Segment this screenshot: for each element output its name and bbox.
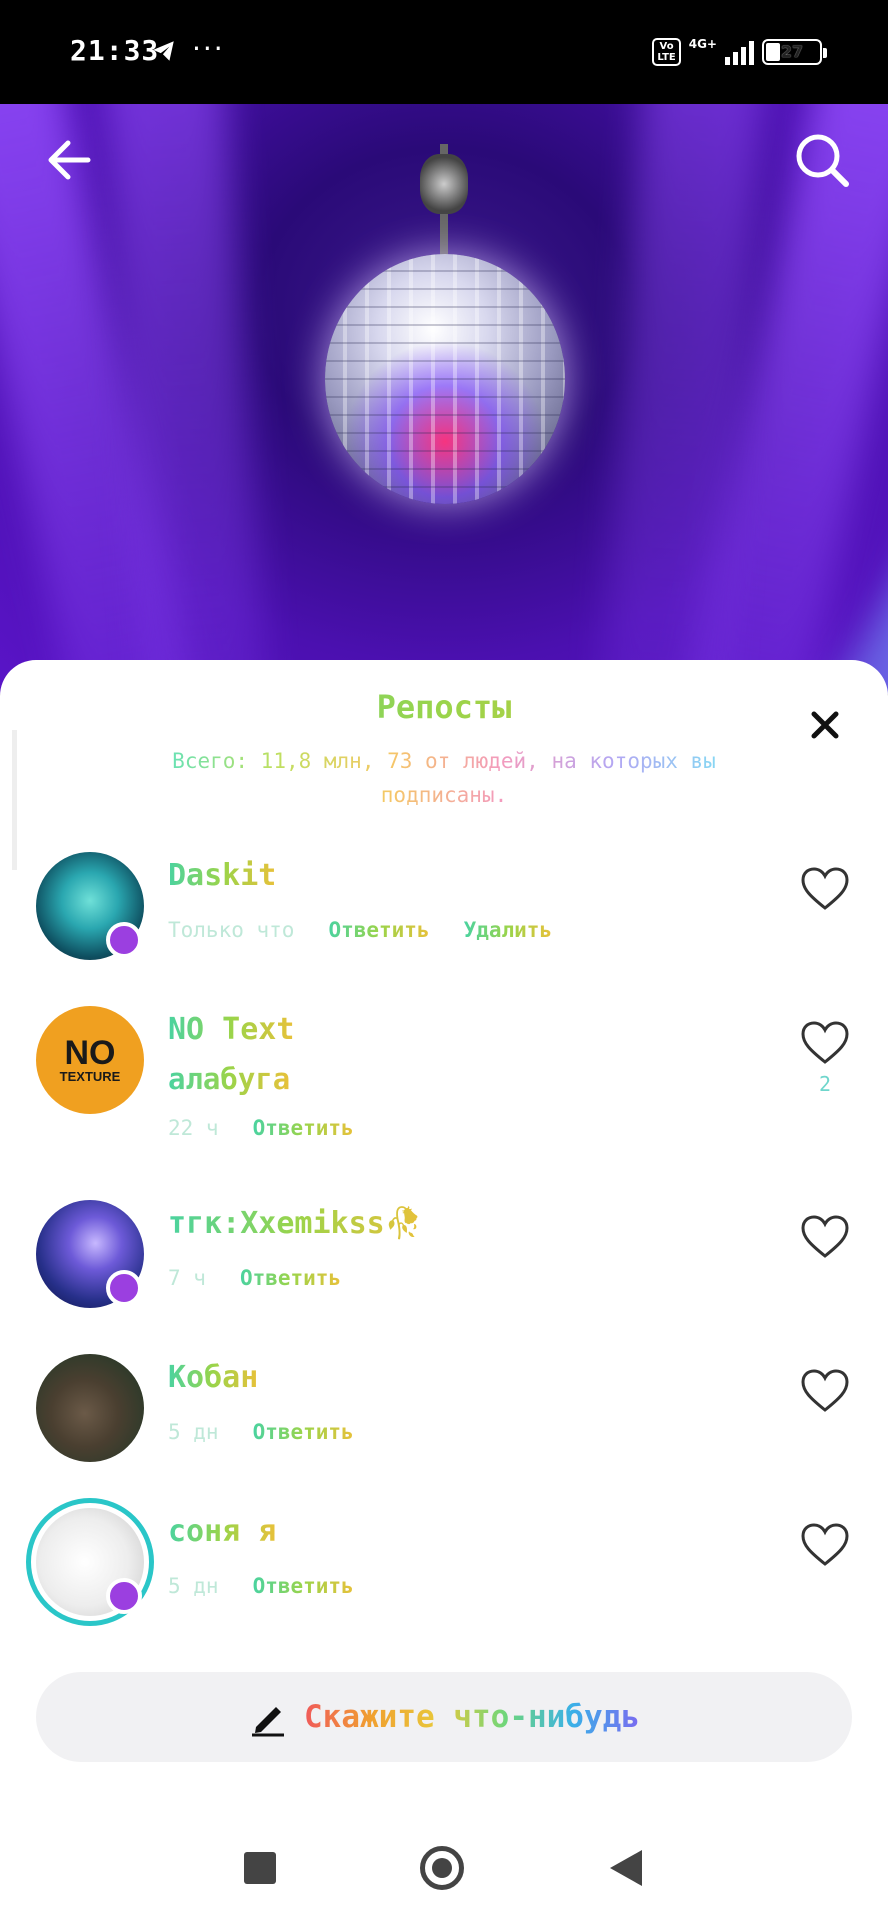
comment-meta: 5 дн Ответить <box>168 1574 354 1598</box>
comment-time: 22 ч <box>168 1116 219 1140</box>
avatar-text-big: NO <box>64 1033 116 1072</box>
list-item: NO TEXTURE NO Text алабуга 22 ч Ответить… <box>0 1004 888 1154</box>
comment-time: 5 дн <box>168 1574 219 1598</box>
comment-meta: Только что Ответить Удалить <box>168 918 552 942</box>
more-notifications-icon: ··· <box>192 32 225 65</box>
list-item: Кобан 5 дн Ответить <box>0 1352 888 1472</box>
story-badge <box>106 1270 142 1306</box>
reply-button[interactable]: Ответить <box>328 918 429 942</box>
avatar[interactable]: NO TEXTURE <box>36 1006 144 1114</box>
comment-author[interactable]: NO Text <box>168 1012 294 1047</box>
story-badge <box>106 1578 142 1614</box>
comment-time: 5 дн <box>168 1420 219 1444</box>
sheet-title: Репосты <box>0 688 888 726</box>
battery-icon: 27 <box>762 39 827 65</box>
list-item: Daskit Только что Ответить Удалить <box>0 850 888 970</box>
network-type: 4G+ <box>688 37 717 51</box>
comment-meta: 5 дн Ответить <box>168 1420 354 1444</box>
comment-author[interactable]: Кобан <box>168 1360 258 1395</box>
close-icon[interactable] <box>800 700 850 750</box>
battery-level: 27 <box>780 42 804 61</box>
back-button[interactable] <box>610 1850 642 1886</box>
comment-meta: 22 ч Ответить <box>168 1116 354 1140</box>
list-item: тгк:Xxemikss🥀 7 ч Ответить <box>0 1198 888 1318</box>
comment-input[interactable]: Скажите что-нибудь <box>36 1672 852 1762</box>
heart-icon[interactable] <box>800 866 850 912</box>
comment-text: алабуга <box>168 1062 291 1096</box>
arrow-left-icon[interactable] <box>40 130 100 190</box>
comment-time: 7 ч <box>168 1266 206 1290</box>
status-bar: 21:33 ··· Vo LTE 4G+ 27 <box>0 0 888 104</box>
reply-button[interactable]: Ответить <box>240 1266 341 1290</box>
avatar-text-small: TEXTURE <box>59 1068 121 1084</box>
disco-ball-image <box>325 254 565 504</box>
reply-button[interactable]: Ответить <box>253 1420 354 1444</box>
comment-time: Только что <box>168 918 295 942</box>
comment-meta: 7 ч Ответить <box>168 1266 341 1290</box>
sheet-subtitle: Всего: 11,8 млн, 73 от людей, на которых… <box>160 744 728 812</box>
recents-button[interactable] <box>244 1852 276 1884</box>
signal-icon <box>725 39 754 65</box>
reply-button[interactable]: Ответить <box>253 1116 354 1140</box>
comment-author[interactable]: тгк:Xxemikss🥀 <box>168 1206 422 1241</box>
reply-button[interactable]: Ответить <box>253 1574 354 1598</box>
list-item: соня я 5 дн Ответить <box>0 1498 888 1636</box>
heart-icon[interactable] <box>800 1368 850 1414</box>
heart-icon[interactable] <box>800 1020 850 1066</box>
video-background <box>0 104 888 694</box>
delete-button[interactable]: Удалить <box>464 918 553 942</box>
status-time: 21:33 <box>70 34 160 67</box>
comment-placeholder: Скажите что-нибудь <box>304 1699 640 1735</box>
comment-author[interactable]: соня я <box>168 1514 276 1549</box>
like-count: 2 <box>818 1072 832 1096</box>
volte-icon: Vo LTE <box>652 38 681 66</box>
sheet-scroll-edge <box>12 730 17 870</box>
home-button[interactable] <box>420 1846 464 1890</box>
disco-mount <box>420 154 468 214</box>
heart-icon[interactable] <box>800 1522 850 1568</box>
story-badge <box>106 922 142 958</box>
search-icon[interactable] <box>790 128 854 192</box>
system-nav-bar <box>0 1800 888 1920</box>
heart-icon[interactable] <box>800 1214 850 1260</box>
comment-author[interactable]: Daskit <box>168 858 276 893</box>
pencil-icon <box>252 1707 285 1737</box>
status-indicators: Vo LTE 4G+ 27 <box>652 36 827 68</box>
avatar[interactable] <box>36 1354 144 1462</box>
telegram-icon <box>153 41 174 61</box>
